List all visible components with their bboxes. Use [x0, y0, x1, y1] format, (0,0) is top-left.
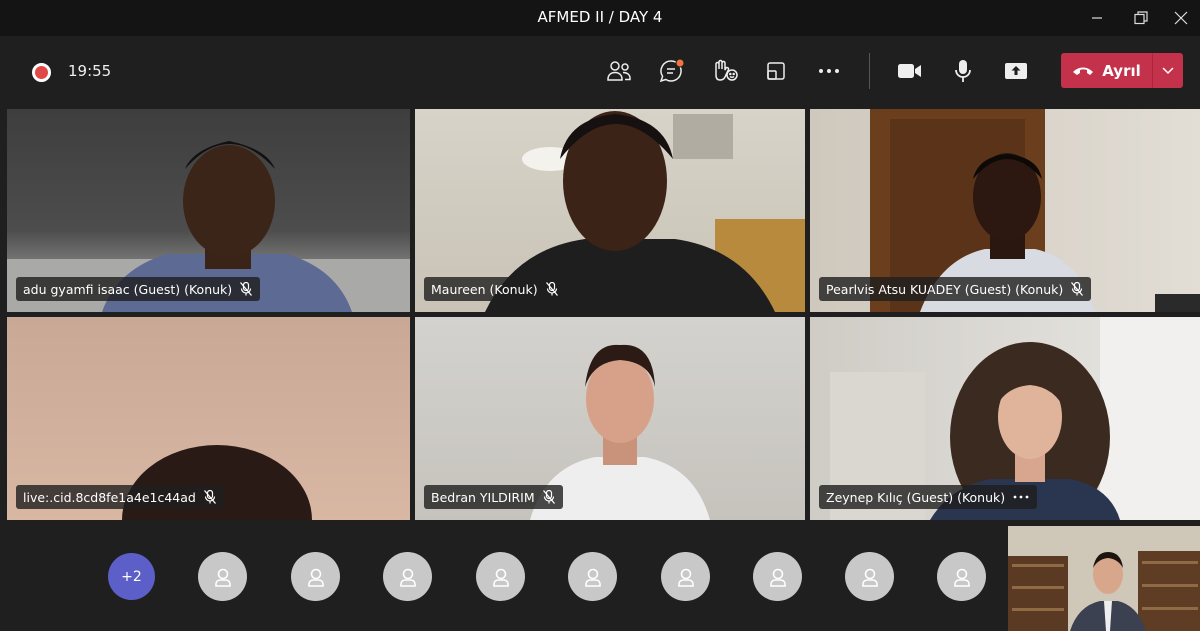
self-video-preview[interactable]	[1008, 526, 1200, 631]
camera-icon	[898, 64, 921, 78]
microphone-button[interactable]	[947, 56, 979, 86]
share-screen-button[interactable]	[1000, 56, 1032, 86]
person-icon	[584, 568, 601, 587]
breakout-icon	[767, 62, 785, 80]
title-bar: AFMED II / DAY 4	[0, 0, 1200, 36]
minimize-icon	[1092, 17, 1102, 19]
participant-nameplate: Bedran YILDIRIM	[424, 485, 563, 509]
participant-avatar[interactable]	[937, 552, 986, 601]
participant-tile[interactable]: Bedran YILDIRIM	[415, 317, 805, 520]
toolbar-separator	[869, 53, 870, 89]
participant-tile[interactable]: Pearlvis Atsu KUADEY (Guest) (Konuk)	[810, 109, 1200, 312]
more-actions-button[interactable]	[813, 56, 845, 86]
overflow-participants-button[interactable]: +2	[108, 553, 155, 600]
reactions-button[interactable]	[709, 56, 741, 86]
leave-main[interactable]: Ayrıl	[1061, 53, 1152, 88]
participant-nameplate: Pearlvis Atsu KUADEY (Guest) (Konuk)	[819, 277, 1092, 301]
participant-name: Bedran YILDIRIM	[431, 489, 535, 505]
participant-name: adu gyamfi isaac (Guest) (Konuk)	[23, 281, 233, 297]
raise-hand-icon	[715, 59, 738, 81]
microphone-icon	[955, 60, 971, 82]
participant-nameplate: Maureen (Konuk)	[424, 277, 566, 301]
participant-avatar[interactable]	[198, 552, 247, 601]
mic-muted-icon	[545, 282, 558, 296]
camera-button[interactable]	[894, 56, 926, 86]
mic-muted-icon	[542, 490, 555, 504]
close-icon	[1174, 11, 1188, 25]
participant-nameplate: Zeynep Kılıç (Guest) (Konuk)	[819, 485, 1038, 509]
chevron-down-icon	[1162, 66, 1174, 74]
leave-button[interactable]: Ayrıl	[1061, 53, 1183, 88]
participant-name: live:.cid.8cd8fe1a4e1c44ad	[23, 489, 196, 505]
person-icon	[953, 568, 970, 587]
participants-button[interactable]	[603, 56, 635, 86]
person-icon	[214, 568, 231, 587]
person-icon	[769, 568, 786, 587]
mic-muted-icon	[1071, 282, 1084, 296]
person-icon	[492, 568, 509, 587]
participant-avatar[interactable]	[661, 552, 710, 601]
participant-tile[interactable]: adu gyamfi isaac (Guest) (Konuk)	[7, 109, 410, 312]
minimize-button[interactable]	[1078, 0, 1116, 36]
participant-tile[interactable]: live:.cid.8cd8fe1a4e1c44ad	[7, 317, 410, 520]
chat-button[interactable]	[656, 56, 688, 86]
participant-name: Pearlvis Atsu KUADEY (Guest) (Konuk)	[826, 281, 1064, 297]
video-feed	[1008, 526, 1200, 631]
share-screen-icon	[1005, 63, 1027, 79]
window-title: AFMED II / DAY 4	[537, 8, 663, 26]
participant-name: Zeynep Kılıç (Guest) (Konuk)	[826, 489, 1006, 505]
participant-tile[interactable]: Zeynep Kılıç (Guest) (Konuk)	[810, 317, 1200, 520]
close-button[interactable]	[1162, 0, 1200, 36]
person-icon	[861, 568, 878, 587]
participant-name: Maureen (Konuk)	[431, 281, 538, 297]
people-icon	[607, 61, 631, 81]
more-options-icon[interactable]	[1013, 495, 1029, 499]
participant-avatar[interactable]	[476, 552, 525, 601]
leave-options-button[interactable]	[1153, 53, 1183, 88]
person-icon	[677, 568, 694, 587]
participant-avatar[interactable]	[568, 552, 617, 601]
breakout-rooms-button[interactable]	[760, 56, 792, 86]
mic-muted-icon	[240, 282, 253, 296]
phone-hangup-icon	[1073, 67, 1094, 75]
restore-button[interactable]	[1122, 0, 1160, 36]
participant-tile[interactable]: Maureen (Konuk)	[415, 109, 805, 312]
recording-indicator	[32, 63, 51, 82]
participant-avatar[interactable]	[383, 552, 432, 601]
participant-nameplate: live:.cid.8cd8fe1a4e1c44ad	[16, 485, 224, 509]
person-icon	[399, 568, 416, 587]
person-icon	[307, 568, 324, 587]
participant-avatar[interactable]	[753, 552, 802, 601]
meeting-timer: 19:55	[68, 62, 112, 80]
participant-nameplate: adu gyamfi isaac (Guest) (Konuk)	[16, 277, 261, 301]
more-icon	[819, 69, 839, 73]
leave-label: Ayrıl	[1102, 61, 1141, 80]
participant-avatar[interactable]	[845, 552, 894, 601]
participant-avatar[interactable]	[291, 552, 340, 601]
restore-icon	[1134, 11, 1148, 25]
mic-muted-icon	[203, 490, 216, 504]
chat-icon	[659, 58, 685, 83]
